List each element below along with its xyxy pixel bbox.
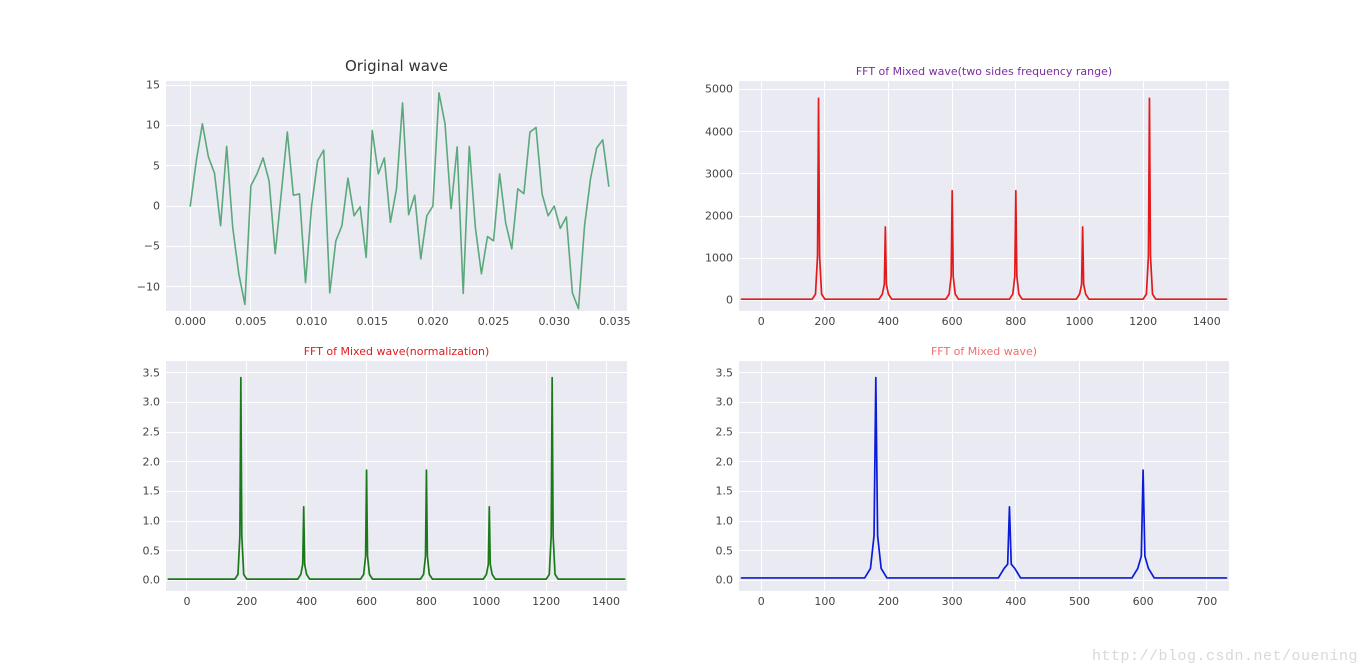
chart-title: FFT of Mixed wave(normalization) <box>304 345 490 358</box>
x-tick-label: 200 <box>878 595 899 608</box>
y-tick-label: −10 <box>137 280 160 293</box>
x-tick-label: 1200 <box>1129 315 1157 328</box>
x-tick-label: 700 <box>1196 595 1217 608</box>
y-tick-label: 3.0 <box>143 396 161 409</box>
x-tick-label: 600 <box>356 595 377 608</box>
data-line <box>166 81 627 311</box>
y-tick-label: 3.5 <box>143 366 161 379</box>
x-tick-label: 500 <box>1069 595 1090 608</box>
y-tick-label: 1000 <box>705 252 733 265</box>
x-tick-label: 0.015 <box>356 315 388 328</box>
subplot-fft-normalization: FFT of Mixed wave(normalization)02004006… <box>165 360 626 590</box>
y-tick-label: 3.5 <box>716 366 734 379</box>
data-line <box>739 81 1229 311</box>
figure: Original wave0.0000.0050.0100.0150.0200.… <box>0 0 1366 671</box>
subplot-original-wave: Original wave0.0000.0050.0100.0150.0200.… <box>165 80 626 310</box>
y-tick-label: 1.5 <box>716 485 734 498</box>
y-tick-label: 1.0 <box>716 515 734 528</box>
y-tick-label: 4000 <box>705 125 733 138</box>
x-tick-label: 1400 <box>1193 315 1221 328</box>
x-tick-label: 1200 <box>532 595 560 608</box>
y-tick-label: 5 <box>153 159 160 172</box>
x-tick-label: 400 <box>1005 595 1026 608</box>
x-tick-label: 200 <box>814 315 835 328</box>
y-tick-label: 5000 <box>705 83 733 96</box>
y-tick-label: 10 <box>146 119 160 132</box>
y-tick-label: 0.5 <box>143 544 161 557</box>
x-tick-label: 800 <box>416 595 437 608</box>
y-tick-label: 15 <box>146 79 160 92</box>
y-tick-label: 3.0 <box>716 396 734 409</box>
x-tick-label: 0 <box>758 315 765 328</box>
x-tick-label: 0.025 <box>478 315 510 328</box>
plot-area: Original wave0.0000.0050.0100.0150.0200.… <box>165 80 628 312</box>
x-tick-label: 600 <box>942 315 963 328</box>
y-tick-label: 2.5 <box>143 426 161 439</box>
y-tick-label: 2.5 <box>716 426 734 439</box>
y-tick-label: 0.0 <box>143 574 161 587</box>
x-tick-label: 400 <box>878 315 899 328</box>
x-tick-label: 400 <box>296 595 317 608</box>
y-tick-label: −5 <box>144 240 160 253</box>
y-tick-label: 0.5 <box>716 544 734 557</box>
data-line <box>166 361 627 591</box>
x-tick-label: 800 <box>1005 315 1026 328</box>
x-tick-label: 100 <box>814 595 835 608</box>
x-tick-label: 0.010 <box>296 315 328 328</box>
chart-title: Original wave <box>345 57 448 75</box>
x-tick-label: 0 <box>183 595 190 608</box>
x-tick-label: 1400 <box>592 595 620 608</box>
y-tick-label: 2.0 <box>716 455 734 468</box>
subplot-fft-two-sides: FFT of Mixed wave(two sides frequency ra… <box>738 80 1228 310</box>
x-tick-label: 0.000 <box>175 315 207 328</box>
x-tick-label: 0.030 <box>538 315 570 328</box>
x-tick-label: 300 <box>942 595 963 608</box>
data-line <box>739 361 1229 591</box>
x-tick-label: 0.020 <box>417 315 449 328</box>
y-tick-label: 0.0 <box>716 574 734 587</box>
y-tick-label: 1.5 <box>143 485 161 498</box>
x-tick-label: 0.035 <box>599 315 631 328</box>
x-tick-label: 1000 <box>1065 315 1093 328</box>
watermark: http://blog.csdn.net/ouening <box>1092 648 1358 665</box>
plot-area: FFT of Mixed wave)0100200300400500600700… <box>738 360 1230 592</box>
x-tick-label: 0 <box>758 595 765 608</box>
x-tick-label: 1000 <box>472 595 500 608</box>
subplot-fft-half: FFT of Mixed wave)0100200300400500600700… <box>738 360 1228 590</box>
plot-area: FFT of Mixed wave(normalization)02004006… <box>165 360 628 592</box>
chart-title: FFT of Mixed wave) <box>931 345 1037 358</box>
x-tick-label: 0.005 <box>235 315 267 328</box>
y-tick-label: 2000 <box>705 210 733 223</box>
y-tick-label: 1.0 <box>143 515 161 528</box>
y-tick-label: 0 <box>153 200 160 213</box>
y-tick-label: 3000 <box>705 167 733 180</box>
y-tick-label: 0 <box>726 294 733 307</box>
x-tick-label: 600 <box>1133 595 1154 608</box>
x-tick-label: 200 <box>236 595 257 608</box>
plot-area: FFT of Mixed wave(two sides frequency ra… <box>738 80 1230 312</box>
y-tick-label: 2.0 <box>143 455 161 468</box>
chart-title: FFT of Mixed wave(two sides frequency ra… <box>856 65 1112 78</box>
